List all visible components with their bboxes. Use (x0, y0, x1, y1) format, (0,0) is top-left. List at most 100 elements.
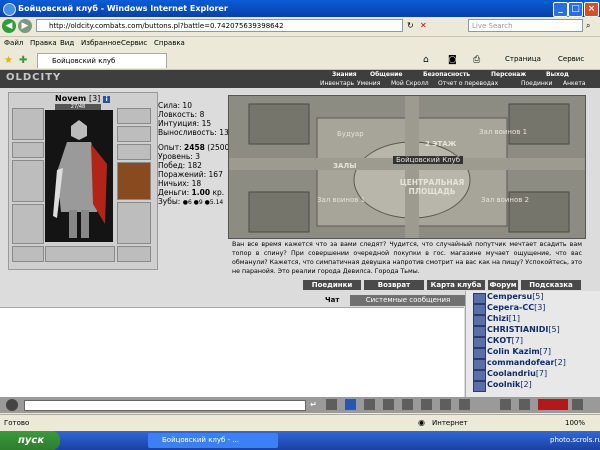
refresh-chat-icon[interactable] (402, 399, 413, 410)
amulet-slot[interactable] (117, 126, 151, 142)
nav-exit[interactable]: Выход (546, 71, 569, 78)
nav-communication[interactable]: Общение (370, 71, 402, 78)
character-name[interactable]: Novem (55, 94, 86, 103)
close-button[interactable]: × (584, 2, 599, 17)
belt-items-slot[interactable] (45, 246, 115, 262)
nav-security[interactable]: Безопасность (423, 71, 470, 78)
nav-profile[interactable]: Анкета (563, 80, 586, 87)
user-name[interactable]: CHRISTIANIDI (487, 325, 548, 334)
address-input[interactable]: http://oldcity.combats.com/buttons.pl?ba… (36, 19, 403, 32)
tab-chat[interactable]: Чат (325, 296, 339, 304)
send-icon[interactable]: ↵ (310, 400, 317, 409)
tab-active[interactable]: Бойцовский клуб (37, 53, 167, 68)
level-label: Уровень: (158, 152, 193, 161)
club-map-button[interactable]: Карта клуба (427, 280, 485, 290)
user-name[interactable]: Coolandriu (487, 369, 536, 378)
back-icon[interactable]: ◀ (2, 19, 16, 33)
menu-edit[interactable]: Правка (30, 39, 57, 47)
menu-help[interactable]: Справка (154, 39, 185, 47)
helmet-slot[interactable] (12, 108, 44, 140)
experience-value: 2458 (184, 143, 205, 152)
gloves-slot[interactable] (117, 246, 151, 262)
earring-slot[interactable] (117, 108, 151, 124)
tools-menu[interactable]: Сервис (558, 55, 584, 63)
nav-skills[interactable]: Умения (357, 80, 380, 87)
user-name[interactable]: СКОТ (487, 336, 512, 345)
favorites-star-icon[interactable]: ★ (4, 55, 13, 66)
nav-my-scroll[interactable]: Мой Скролл (391, 80, 429, 87)
sound-icon[interactable] (421, 399, 432, 410)
print-icon[interactable]: ⎙ (473, 55, 480, 65)
map-fight-club[interactable]: Бойцовский Клуб (393, 156, 464, 164)
user-item: CHRISTIANIDI[5] (487, 325, 560, 334)
nav-battles[interactable]: Поединки (521, 80, 552, 87)
menu-tools[interactable]: Сервис (121, 39, 147, 47)
map-warriors-hall-1[interactable]: Зал воинов 1 (479, 128, 527, 136)
belt-slot[interactable] (12, 246, 44, 262)
user-name[interactable]: commandofear (487, 358, 554, 367)
add-favorites-icon[interactable]: ✚ (19, 55, 27, 66)
clear-chat-icon[interactable] (364, 399, 375, 410)
forward-icon[interactable]: ▶ (18, 19, 32, 33)
user-name[interactable]: Серега-СС (487, 303, 534, 312)
nav-transfer-report[interactable]: Отчет о переводах (438, 80, 498, 87)
game-nav-top: Знания Общение Безопасность Персонаж Вых… (0, 71, 600, 79)
quick-icon[interactable] (500, 399, 511, 410)
nav-character[interactable]: Персонаж (491, 71, 526, 78)
user-name[interactable]: Сеmpersu (487, 292, 532, 301)
chat-input[interactable] (24, 400, 306, 411)
user-level: [7] (539, 347, 552, 356)
ring-slot[interactable] (117, 144, 151, 160)
chat-area[interactable] (0, 307, 464, 398)
user-name[interactable]: Chizi (487, 314, 509, 323)
status-text: Готово (4, 419, 30, 427)
map-warriors-hall-1b[interactable]: Зал воинов 1 (317, 196, 365, 204)
necklace-slot[interactable] (12, 142, 44, 158)
nav-knowledge[interactable]: Знания (332, 71, 357, 78)
return-button[interactable]: Возврат (364, 280, 424, 290)
page-menu[interactable]: Страница (505, 55, 541, 63)
map-second-floor[interactable]: 2 ЭТАЖ (425, 140, 456, 148)
smiles-icon[interactable] (326, 399, 337, 410)
home-icon[interactable]: ⌂ (423, 55, 429, 65)
boots-slot[interactable] (117, 202, 151, 244)
stop-icon[interactable]: ✕ (420, 21, 427, 30)
hint-button[interactable]: Подсказка (521, 280, 581, 290)
chat-menu-icon[interactable] (6, 399, 18, 411)
armor-slot[interactable] (12, 204, 44, 244)
shield-slot[interactable] (117, 162, 151, 200)
user-name[interactable]: Coolnik (487, 380, 520, 389)
filter-icon[interactable] (345, 399, 356, 410)
exit-chat-icon[interactable] (572, 399, 583, 410)
map-warriors-hall-2[interactable]: Зал воинов 2 (481, 196, 529, 204)
maximize-button[interactable]: □ (568, 2, 583, 17)
clan-icon[interactable] (519, 399, 530, 410)
forum-button[interactable]: Форум (488, 280, 518, 290)
map-central-square[interactable]: ЦЕНТРАЛЬНАЯ ПЛОЩАДЬ (396, 178, 468, 196)
search-input[interactable]: Live Search (468, 19, 583, 32)
location-description: Ван все время кажется что за вами следят… (232, 241, 582, 275)
tab-system-messages[interactable]: Системные сообщения (350, 295, 466, 306)
weapon-slot[interactable] (12, 160, 44, 202)
translit-icon[interactable] (383, 399, 394, 410)
map-boudoir[interactable]: Будуар (337, 130, 364, 138)
minimize-button[interactable]: _ (553, 2, 568, 17)
feeds-icon[interactable]: ◙ (448, 55, 457, 65)
nav-inventory[interactable]: Инвентарь (320, 80, 354, 87)
user-item: Coolnik[2] (487, 380, 532, 389)
zoom-level[interactable]: 100% (565, 419, 585, 427)
menu-favorites[interactable]: Избранное (81, 39, 121, 47)
user-level: [1] (508, 314, 521, 323)
start-button[interactable]: пуск (0, 431, 60, 450)
user-name[interactable]: Colin Kazim (487, 347, 540, 356)
info-icon[interactable]: i (103, 96, 111, 103)
private-icon[interactable] (440, 399, 451, 410)
search-icon[interactable]: ⌕ (586, 21, 590, 31)
user-clan-icon (473, 370, 486, 381)
refresh-icon[interactable]: ↻ (407, 21, 414, 30)
battles-button[interactable]: Поединки (303, 280, 361, 290)
menu-file[interactable]: Файл (4, 39, 23, 47)
scroll-lock-icon[interactable] (459, 399, 470, 410)
taskbar-item[interactable]: Бойцовский клуб - ... (148, 433, 278, 448)
menu-view[interactable]: Вид (60, 39, 74, 47)
